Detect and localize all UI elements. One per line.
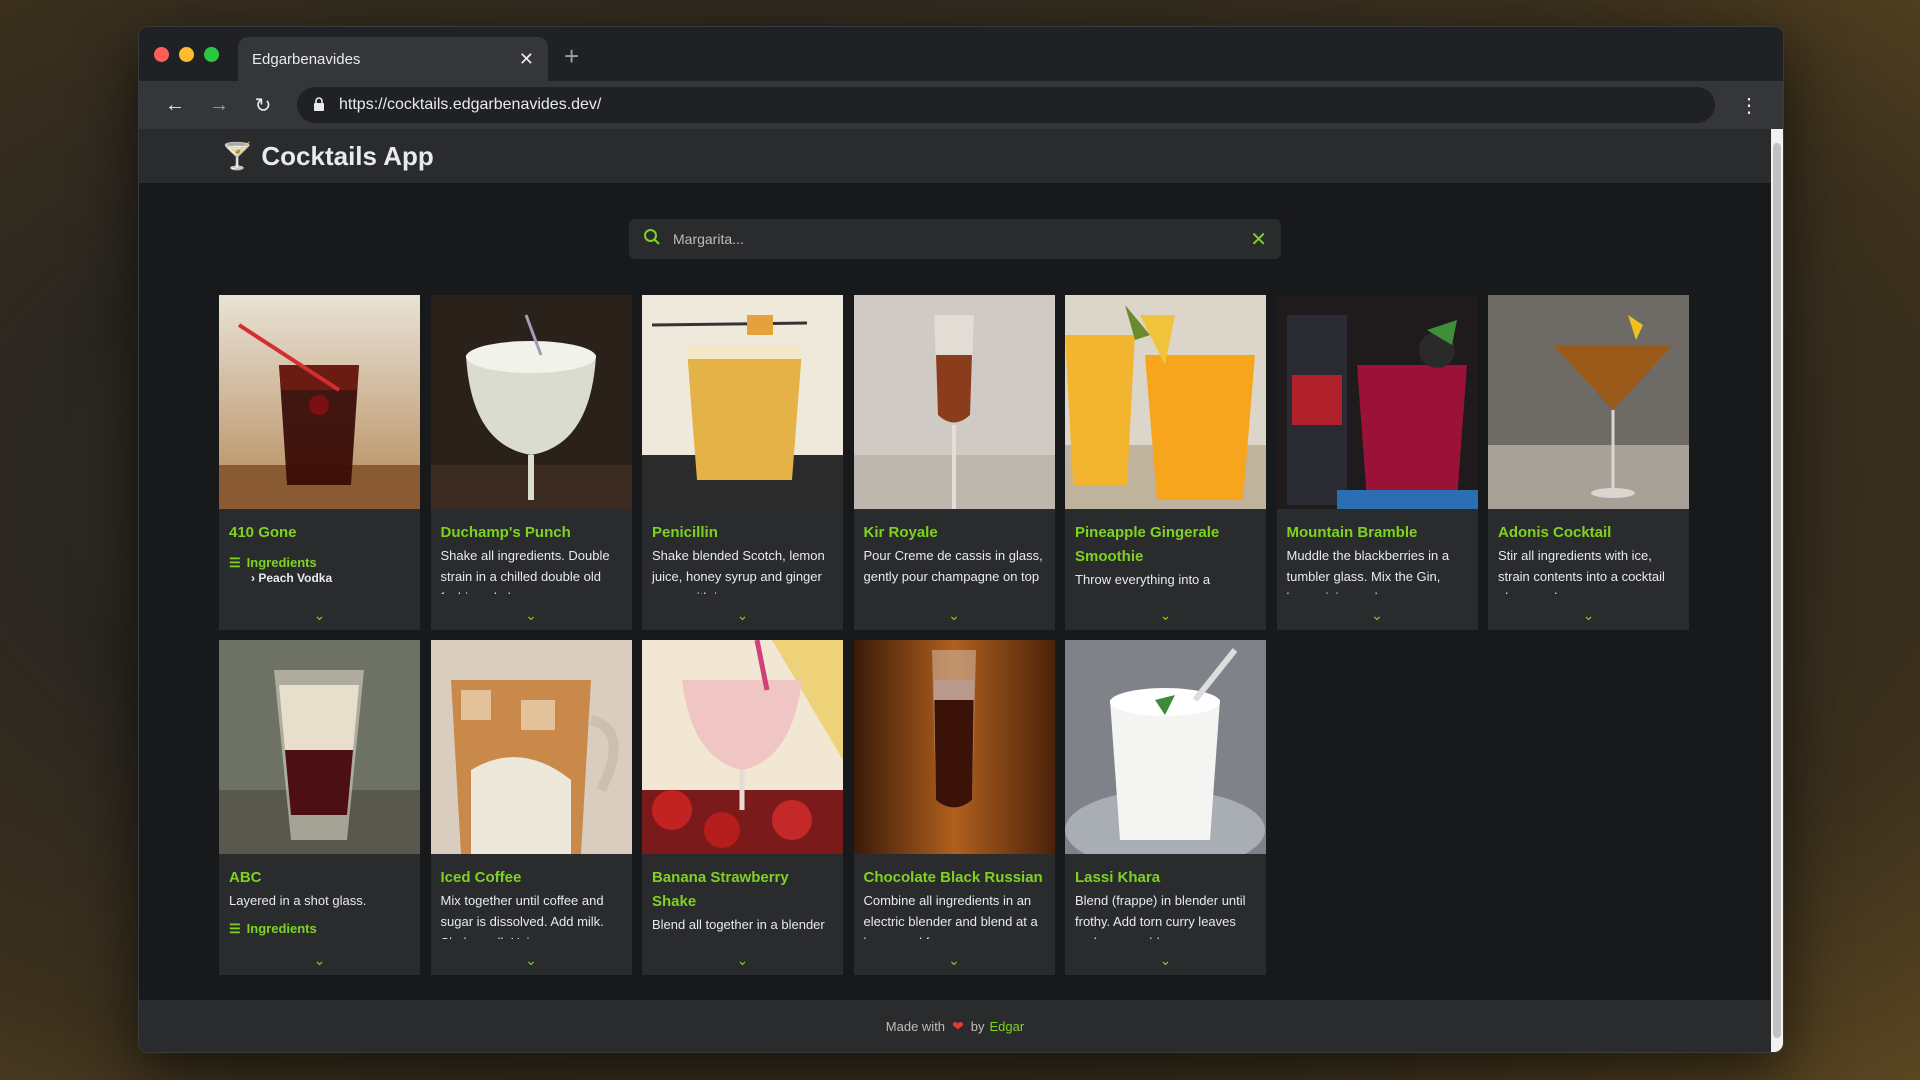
cocktail-title: Duchamp's Punch — [440, 524, 571, 541]
ingredients-header[interactable]: ☰ Ingredients — [229, 555, 410, 571]
search-input[interactable] — [673, 231, 1251, 247]
cocktail-card[interactable]: Lassi Khara Blend (frappe) in blender un… — [1065, 640, 1266, 975]
chevron-down-icon[interactable]: ⌄ — [431, 607, 632, 624]
cocktail-card[interactable]: Kir Royale Pour Creme de cassis in glass… — [853, 295, 1055, 630]
cocktail-image — [219, 295, 420, 509]
cocktail-image — [1488, 295, 1689, 509]
maximize-window-button[interactable] — [204, 47, 219, 62]
cocktail-card[interactable]: Banana Strawberry Shake Blend all togeth… — [642, 640, 843, 975]
browser-tab[interactable]: Edgarbenavides ✕ — [238, 37, 548, 81]
cocktail-title: Adonis Cocktail — [1498, 524, 1612, 541]
cocktail-card[interactable]: Iced Coffee Mix together until coffee an… — [430, 640, 632, 975]
close-tab-icon[interactable]: ✕ — [519, 49, 534, 70]
cocktail-instructions: Layered in a shot glass. — [229, 893, 367, 908]
back-arrow-icon[interactable]: ← — [153, 94, 197, 117]
list-icon: ☰ — [229, 921, 241, 936]
cocktail-title: 410 Gone — [229, 524, 297, 541]
cocktail-instructions: Blend all together in a blender until sm… — [652, 917, 825, 939]
ingredient-item: › Peach Vodka — [251, 571, 333, 585]
cocktail-card[interactable]: Adonis Cocktail Stir all ingredients wit… — [1488, 295, 1689, 630]
forward-arrow-icon[interactable]: → — [197, 94, 241, 117]
cocktail-image — [853, 295, 1055, 509]
page-viewport: 🍸 Cocktails App ✕ 410 Gone ☰Ingredients … — [139, 129, 1771, 1052]
minimize-window-button[interactable] — [179, 47, 194, 62]
cocktail-instructions: Stir all ingredients with ice, strain co… — [1498, 548, 1665, 594]
cocktail-logo-icon: 🍸 — [221, 140, 254, 171]
cocktail-title: Iced Coffee — [440, 869, 522, 886]
cocktail-title: Penicillin — [652, 524, 718, 541]
cocktail-image — [1065, 640, 1266, 854]
cocktail-image — [430, 640, 632, 854]
cocktail-card[interactable]: 410 Gone ☰ Ingredients › Peach Vodka ⌄ — [219, 295, 420, 630]
clear-search-icon[interactable]: ✕ — [1250, 227, 1267, 252]
cocktail-grid: 410 Gone ☰ Ingredients › Peach Vodka ⌄ Du… — [219, 295, 1689, 975]
chevron-down-icon[interactable]: ⌄ — [854, 607, 1055, 624]
cocktail-title: Pineapple Gingerale Smoothie — [1075, 524, 1220, 565]
chevron-down-icon[interactable]: ⌄ — [854, 952, 1055, 969]
close-window-button[interactable] — [154, 47, 169, 62]
cocktail-image — [430, 295, 632, 509]
chevron-down-icon[interactable]: ⌄ — [1277, 607, 1478, 624]
cocktail-card[interactable]: Duchamp's Punch Shake all ingredients. D… — [430, 295, 632, 630]
browser-toolbar: ← → ↻ https://cocktails.edgarbenavides.d… — [139, 81, 1783, 129]
cocktail-image — [642, 295, 843, 509]
cocktail-card[interactable]: Penicillin Shake blended Scotch, lemon j… — [642, 295, 843, 630]
cocktail-image — [1276, 295, 1478, 509]
cocktail-title: Chocolate Black Russian — [863, 869, 1043, 886]
search-bar: ✕ — [629, 219, 1281, 259]
cocktail-instructions: Pour Creme de cassis in glass, gently po… — [863, 548, 1043, 584]
cocktail-image — [219, 640, 420, 854]
address-bar[interactable]: https://cocktails.edgarbenavides.dev/ — [297, 87, 1715, 123]
cocktail-instructions: Mix together until coffee and sugar is d… — [440, 893, 604, 939]
cocktail-title: Banana Strawberry Shake — [652, 869, 789, 910]
cocktail-image — [853, 640, 1055, 854]
cocktail-card[interactable]: Pineapple Gingerale Smoothie Throw every… — [1065, 295, 1266, 630]
new-tab-icon[interactable]: + — [564, 41, 579, 72]
cocktail-card[interactable]: ABC Layered in a shot glass. ☰ Ingredient… — [219, 640, 420, 975]
chevron-down-icon[interactable]: ⌄ — [642, 952, 843, 969]
cocktail-card[interactable]: Chocolate Black Russian Combine all ingr… — [853, 640, 1055, 975]
app-header: 🍸 Cocktails App — [139, 129, 1771, 183]
list-icon: ☰ — [229, 555, 241, 570]
cocktail-title: Lassi Khara — [1075, 869, 1161, 886]
chevron-down-icon[interactable]: ⌄ — [219, 952, 420, 969]
chevron-down-icon[interactable]: ⌄ — [1065, 952, 1266, 969]
footer-by: by — [970, 1018, 985, 1034]
cocktail-instructions: Shake all ingredients. Double strain in … — [440, 548, 610, 594]
chevron-down-icon[interactable]: ⌄ — [219, 607, 420, 624]
cocktail-title: ABC — [229, 869, 262, 886]
footer-made-with: Made with — [885, 1018, 946, 1034]
app-title: Cocktails App — [261, 140, 434, 171]
browser-window: Edgarbenavides ✕ + ← → ↻ https://cocktai… — [138, 26, 1784, 1053]
cocktail-instructions: Muddle the blackberries in a tumbler gla… — [1286, 548, 1450, 594]
lock-icon — [313, 96, 325, 114]
cocktail-title: Kir Royale — [863, 524, 938, 541]
cocktail-instructions: Combine all ingredients in an electric b… — [863, 893, 1038, 939]
scrollbar-thumb[interactable] — [1773, 143, 1781, 1038]
chevron-down-icon[interactable]: ⌄ — [1065, 607, 1266, 624]
window-controls — [154, 47, 219, 62]
chevron-down-icon[interactable]: ⌄ — [431, 952, 632, 969]
cocktail-instructions: Blend (frappe) in blender until frothy. … — [1075, 893, 1246, 939]
tab-title: Edgarbenavides — [252, 50, 361, 68]
cocktail-image — [1065, 295, 1266, 509]
page-scrollbar[interactable] — [1771, 129, 1783, 1052]
ingredients-header[interactable]: ☰ Ingredients — [229, 921, 410, 937]
chevron-down-icon[interactable]: ⌄ — [642, 607, 843, 624]
chevron-down-icon[interactable]: ⌄ — [1488, 607, 1689, 624]
heart-icon: ❤ — [952, 1017, 964, 1034]
search-icon — [643, 228, 661, 251]
cocktail-instructions: Shake blended Scotch, lemon juice, honey… — [652, 548, 825, 594]
reload-icon[interactable]: ↻ — [241, 93, 285, 118]
cocktail-card[interactable]: Mountain Bramble Muddle the blackberries… — [1276, 295, 1478, 630]
cocktail-image — [642, 640, 843, 854]
browser-menu-icon[interactable]: ⋮ — [1729, 93, 1769, 118]
browser-titlebar: Edgarbenavides ✕ + — [139, 27, 1783, 81]
page-footer: Made with ❤ by Edgar — [139, 1000, 1771, 1052]
footer-author-link[interactable]: Edgar — [990, 1019, 1025, 1034]
cocktail-instructions: Throw everything into a blender and liqu… — [1075, 572, 1211, 594]
cocktail-title: Mountain Bramble — [1286, 524, 1418, 541]
url-text: https://cocktails.edgarbenavides.dev/ — [339, 96, 602, 113]
